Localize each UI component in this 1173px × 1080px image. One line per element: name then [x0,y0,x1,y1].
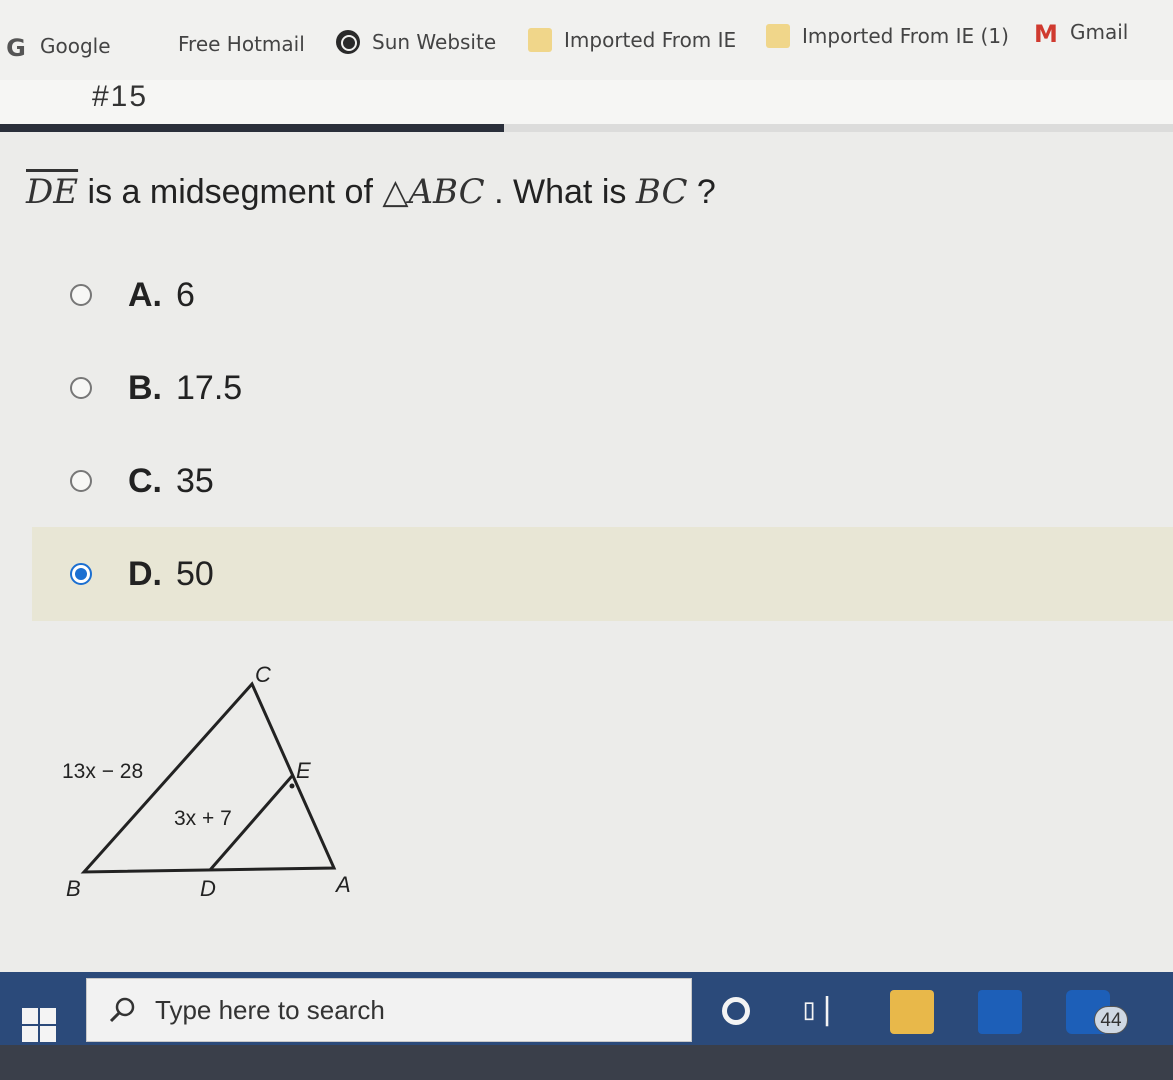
vertex-label-e: E [296,758,311,783]
choice-b[interactable]: B. 17.5 [32,341,1173,435]
vertex-label-c: C [255,662,271,687]
bookmark-label: Google [40,34,111,58]
question-text-part: is a midsegment of [78,173,383,211]
choice-d[interactable]: D. 50 [32,527,1173,621]
radio-button[interactable] [70,284,92,306]
progress-bar [0,124,1173,132]
taskbar-search-input[interactable]: Type here to search [86,978,692,1042]
side-label-bc: 13x − 28 [62,760,143,783]
task-view-icon[interactable]: ▯| [800,992,844,1036]
triangle-abc: △ABC [382,172,485,212]
radio-button[interactable] [70,470,92,492]
triangle-figure: C E B D A 13x − 28 3x + 7 [62,662,351,901]
bookmark-label: Free Hotmail [178,32,305,56]
question-text-part: ? [687,173,716,211]
choice-letter: C. [128,461,162,500]
globe-icon [336,30,360,54]
folder-icon [766,24,790,48]
search-icon [109,997,135,1023]
bookmarks-bar: G Google Free Hotmail Sun Website Import… [0,0,1173,80]
folder-icon [528,28,552,52]
choice-letter: D. [128,554,162,593]
windows-tiles-icon [142,32,166,56]
radio-button[interactable] [70,377,92,399]
bookmark-free-hotmail[interactable]: Free Hotmail [142,32,305,56]
bookmark-gmail[interactable]: M Gmail [1034,20,1129,48]
question-text: DE is a midsegment of △ABC . What is BC … [26,172,716,212]
choice-value: 6 [176,275,195,314]
bookmark-sun-website[interactable]: Sun Website [336,30,496,54]
progress-fill [0,124,505,132]
choice-letter: A. [128,275,162,314]
google-g-icon: G [6,34,26,62]
bookmark-label: Sun Website [372,30,497,54]
vertex-label-d: D [200,876,216,901]
store-icon[interactable] [978,990,1022,1034]
side-label-de: 3x + 7 [174,807,232,830]
choice-a[interactable]: A. 6 [32,248,1173,342]
bookmark-imported-from-ie[interactable]: Imported From IE [528,28,736,52]
windows-start-icon[interactable] [22,1008,56,1042]
bookmark-label: Imported From IE [564,28,737,52]
mail-badge: 44 [1094,1006,1128,1034]
choice-value: 50 [176,554,214,593]
page-header [0,80,1173,130]
choice-value: 35 [176,461,214,500]
bookmark-google[interactable]: G Google [4,34,111,62]
choice-c[interactable]: C. 35 [32,434,1173,528]
taskbar-edge [0,1045,1173,1080]
point-e [289,783,295,789]
bookmark-imported-from-ie-1[interactable]: Imported From IE (1) [766,24,1009,48]
segment-de: DE [26,172,79,212]
vertex-label-b: B [66,876,81,901]
question-text-part: . What is [484,173,636,211]
radio-button-selected[interactable] [70,563,92,585]
question-number: #15 [92,80,149,113]
cortana-icon[interactable] [722,997,750,1025]
bookmark-label: Gmail [1070,20,1129,44]
segment-bc: BC [635,172,688,212]
search-placeholder: Type here to search [155,994,385,1025]
bookmark-label: Imported From IE (1) [802,24,1009,48]
file-explorer-icon[interactable] [890,990,934,1034]
choice-letter: B. [128,368,162,407]
gmail-icon: M [1034,20,1058,48]
choice-value: 17.5 [176,368,243,407]
vertex-label-a: A [334,872,351,897]
